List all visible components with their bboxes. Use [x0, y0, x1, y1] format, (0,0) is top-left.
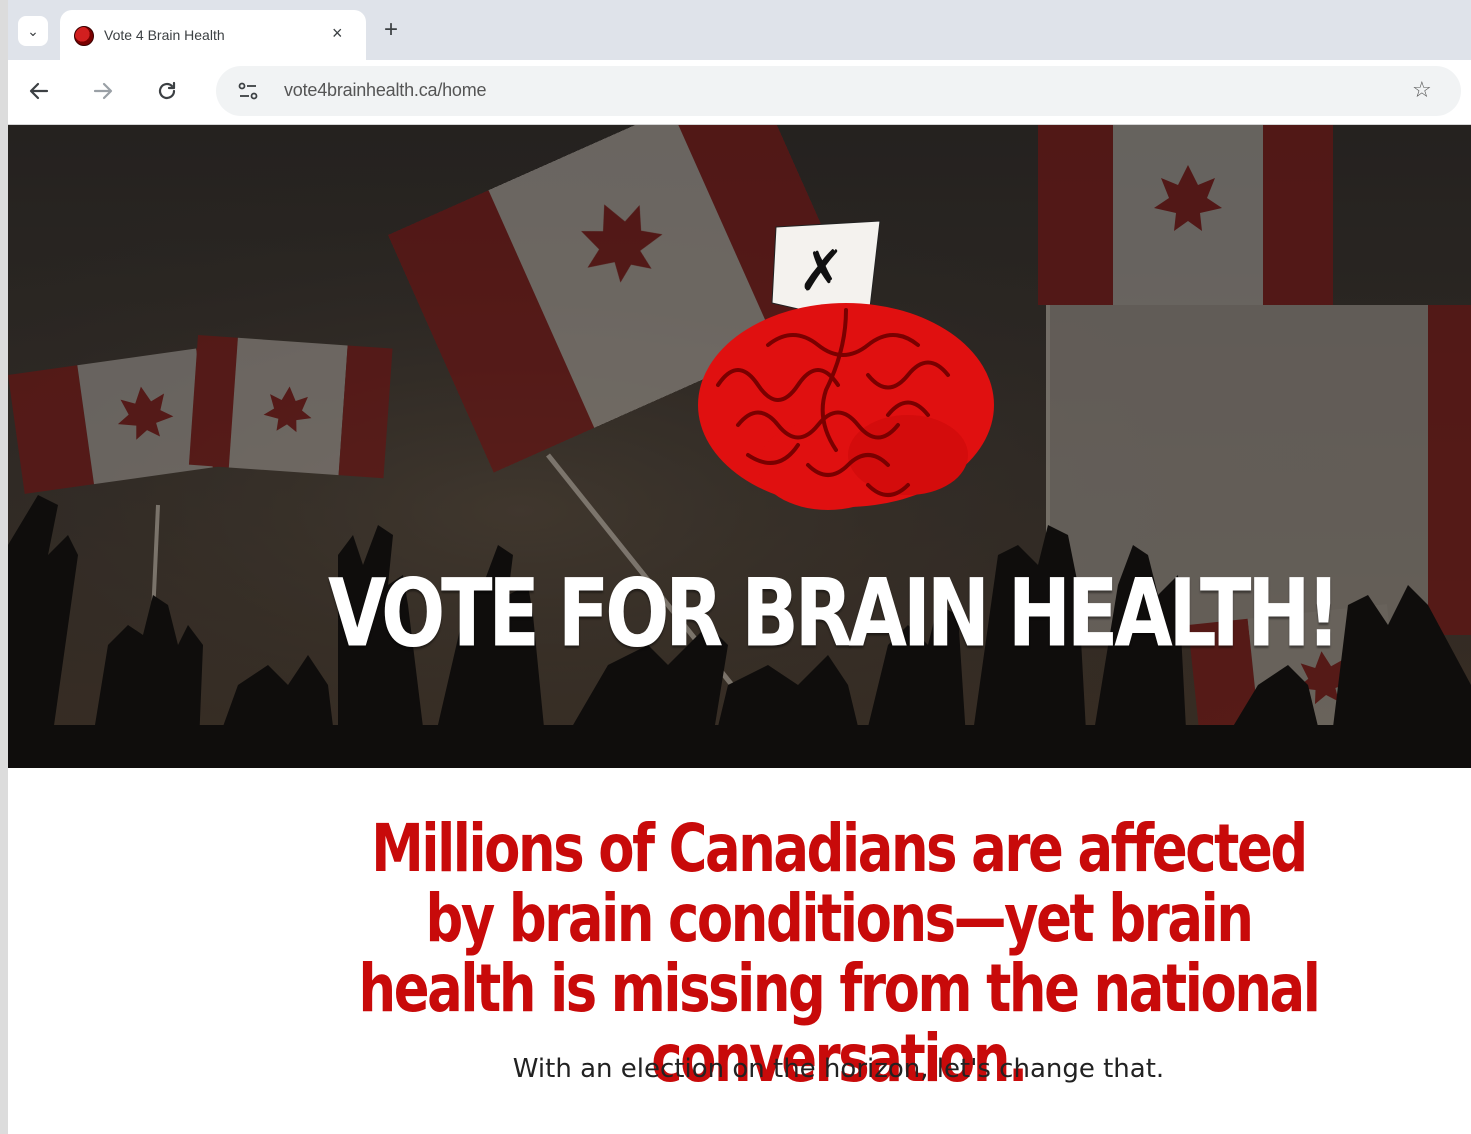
- address-bar[interactable]: vote4brainhealth.ca/home ☆: [216, 66, 1461, 116]
- active-tab[interactable]: Vote 4 Brain Health ×: [60, 10, 366, 60]
- svg-text:✗: ✗: [798, 239, 845, 304]
- forward-button[interactable]: [86, 74, 120, 108]
- reload-icon: [158, 81, 176, 100]
- site-info-button[interactable]: [234, 78, 262, 104]
- forward-arrow-icon: [93, 82, 113, 100]
- subline: With an election on the horizon, let's c…: [512, 1054, 1165, 1084]
- window-border: [0, 0, 8, 1134]
- tab-search-button[interactable]: ⌄: [18, 16, 48, 46]
- hero-title: VOTE FOR BRAIN HEALTH!: [328, 558, 1341, 668]
- new-tab-button[interactable]: +: [384, 16, 398, 44]
- hero-background-image: ✗: [8, 125, 1471, 768]
- chevron-down-icon: ⌄: [27, 22, 39, 39]
- main-content: Millions of Canadians are affected by br…: [8, 768, 1471, 1134]
- back-arrow-icon: [29, 82, 49, 100]
- site-info-icon: [238, 82, 258, 100]
- browser-toolbar: vote4brainhealth.ca/home ☆: [8, 60, 1471, 125]
- back-button[interactable]: [22, 74, 56, 108]
- favicon-brain-icon: [74, 26, 94, 46]
- headline: Millions of Canadians are affected by br…: [358, 810, 1321, 1097]
- bookmark-star-icon[interactable]: ☆: [1412, 77, 1432, 103]
- close-tab-icon[interactable]: ×: [332, 23, 343, 44]
- url-text: vote4brainhealth.ca/home: [284, 80, 487, 100]
- reload-button[interactable]: [150, 74, 184, 108]
- hero-banner: ✗ VOTE FOR BRAIN HEALTH!: [8, 125, 1471, 768]
- tab-title: Vote 4 Brain Health: [104, 27, 225, 43]
- tab-strip: ⌄ Vote 4 Brain Health × +: [8, 0, 1471, 60]
